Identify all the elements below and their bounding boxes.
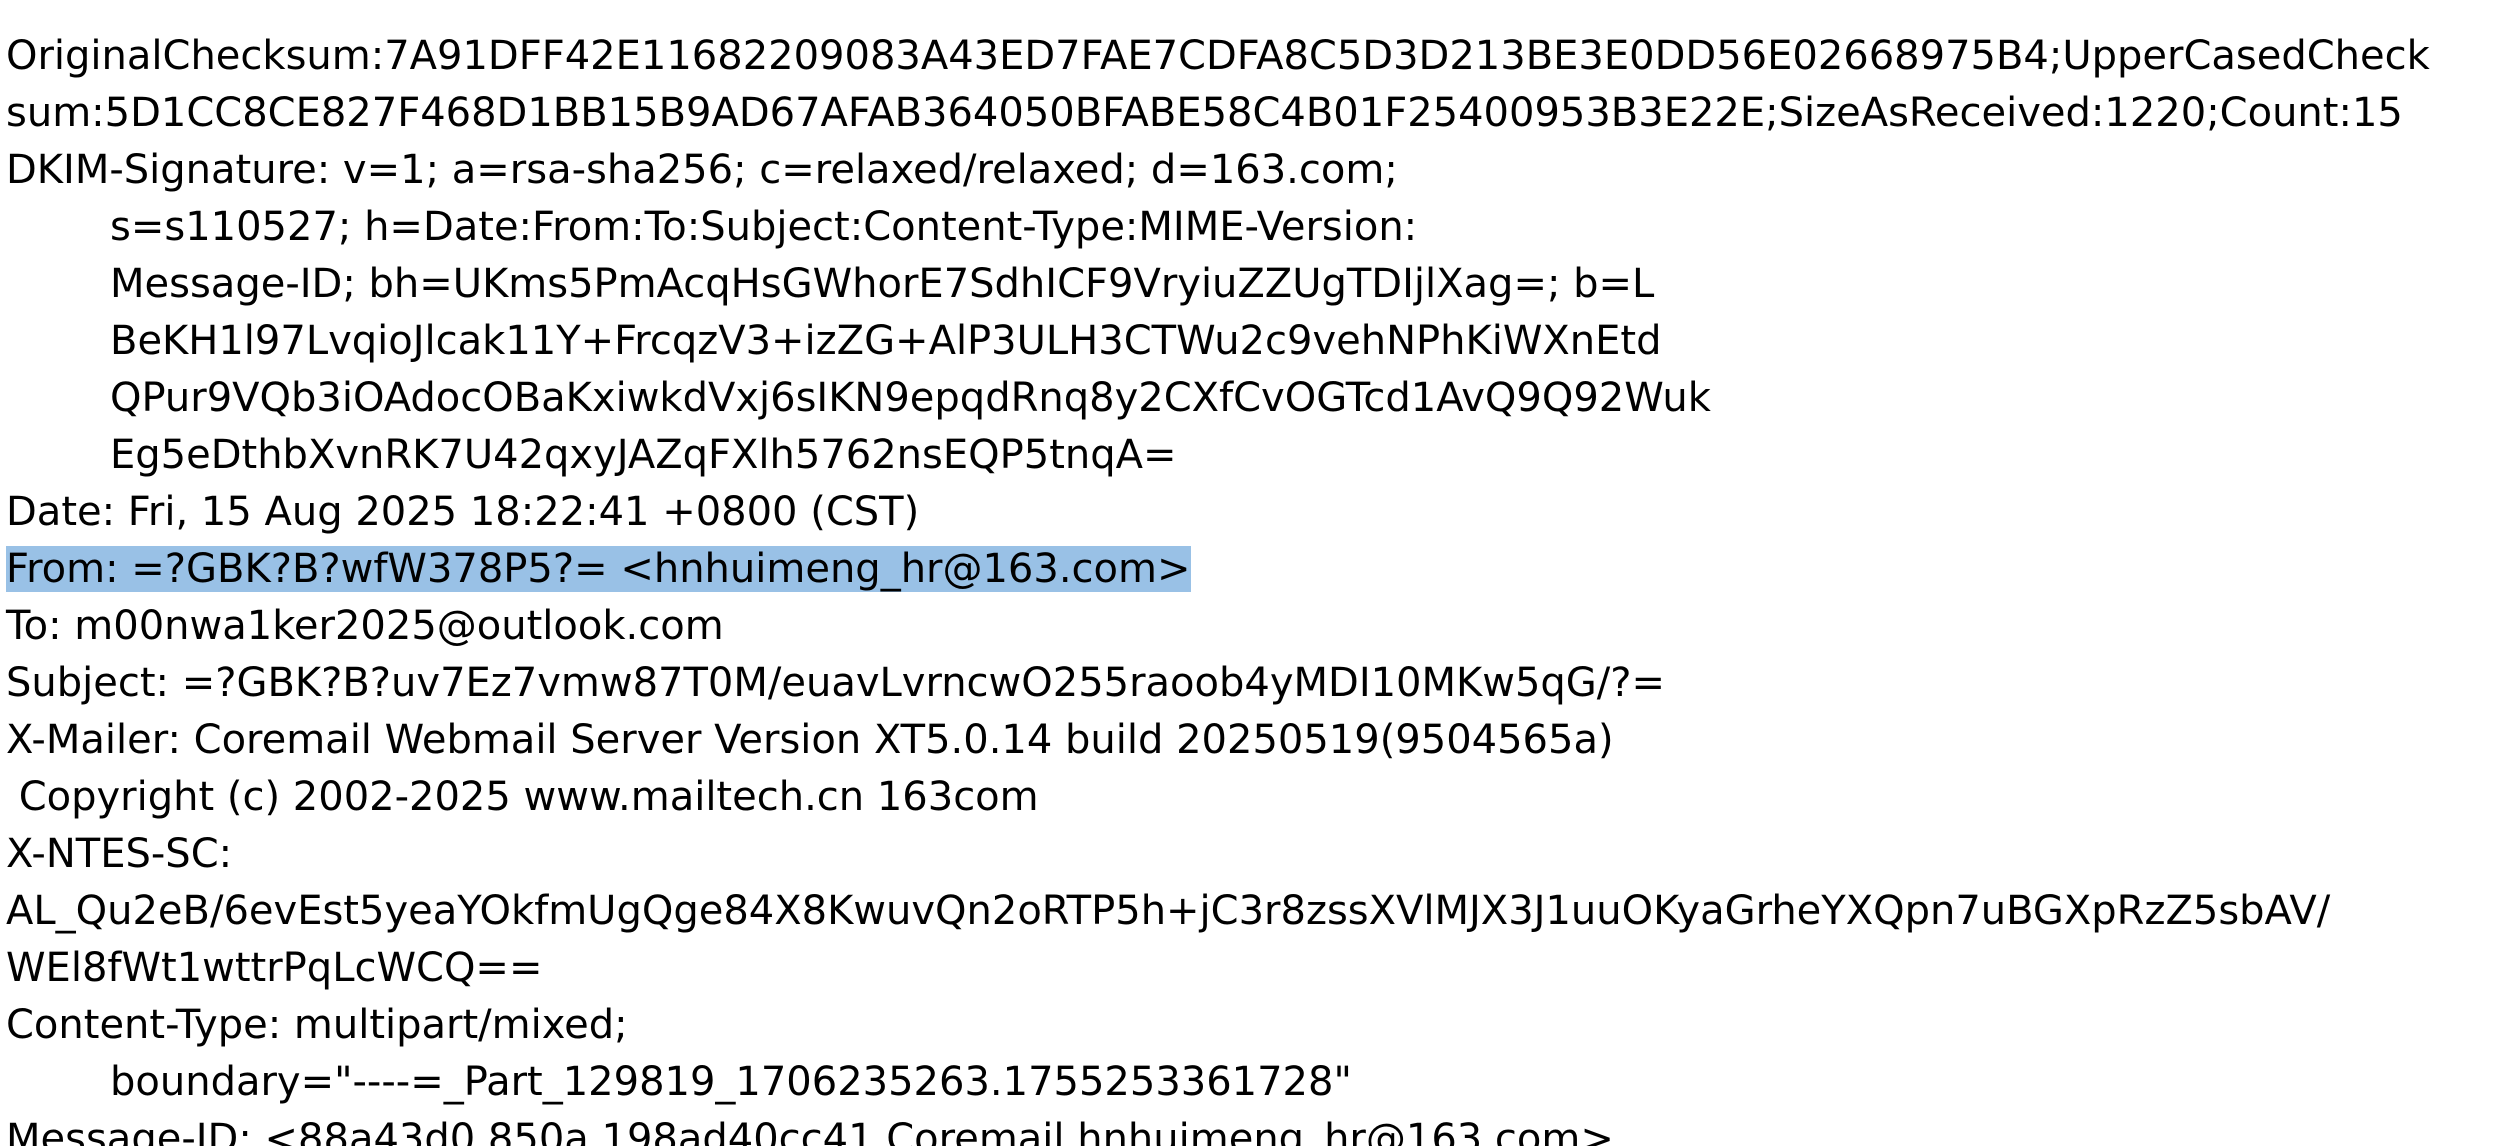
header-line-continuation: Eg5eDthbXvnRK7U42qxyJAZqFXlh5762nsEQP5tn…: [110, 432, 1177, 478]
header-line-continuation: Message-ID; bh=UKms5PmAcqHsGWhorE7SdhICF…: [110, 261, 1655, 307]
header-line: X-NTES-SC:: [6, 831, 233, 877]
selected-from-line[interactable]: From: =?GBK?B?wfW378P5?= <hnhuimeng_hr@1…: [6, 541, 2516, 598]
raw-header-text[interactable]: OriginalChecksum:7A91DFF42E11682209083A4…: [6, 28, 2516, 1146]
header-line: X-Mailer: Coremail Webmail Server Versio…: [6, 717, 1614, 763]
email-header-viewer[interactable]: OriginalChecksum:7A91DFF42E11682209083A4…: [0, 0, 2518, 1146]
header-line-continuation: boundary="----=_Part_129819_1706235263.1…: [110, 1059, 1352, 1105]
header-line: Content-Type: multipart/mixed;: [6, 1002, 628, 1048]
header-line-continuation: QPur9VQb3iOAdocOBaKxiwkdVxj6sIKN9epqdRnq…: [110, 375, 1711, 421]
header-line: Date: Fri, 15 Aug 2025 18:22:41 +0800 (C…: [6, 489, 920, 535]
header-line: WEl8fWt1wttrPqLcWCQ==: [6, 945, 543, 991]
text-selection-highlight: From: =?GBK?B?wfW378P5?= <hnhuimeng_hr@1…: [6, 546, 1191, 592]
header-line: Message-ID: <88a43d0.850a.198ad40cc41.Co…: [6, 1116, 1614, 1146]
header-line-continuation: BeKH1l97LvqioJlcak11Y+FrcqzV3+izZG+AlP3U…: [110, 318, 1662, 364]
header-line: sum:5D1CC8CE827F468D1BB15B9AD67AFAB36405…: [6, 90, 2403, 136]
header-line: Copyright (c) 2002-2025 www.mailtech.cn …: [6, 774, 1039, 820]
header-line: Subject: =?GBK?B?uv7Ez7vmw87T0M/euavLvrn…: [6, 660, 1666, 706]
header-line-continuation: s=s110527; h=Date:From:To:Subject:Conten…: [110, 204, 1418, 250]
header-line: AL_Qu2eB/6evEst5yeaYOkfmUgQge84X8KwuvQn2…: [6, 888, 2331, 934]
header-line: DKIM-Signature: v=1; a=rsa-sha256; c=rel…: [6, 147, 1398, 193]
header-line: To: m00nwa1ker2025@outlook.com: [6, 603, 724, 649]
header-line: OriginalChecksum:7A91DFF42E11682209083A4…: [6, 33, 2430, 79]
